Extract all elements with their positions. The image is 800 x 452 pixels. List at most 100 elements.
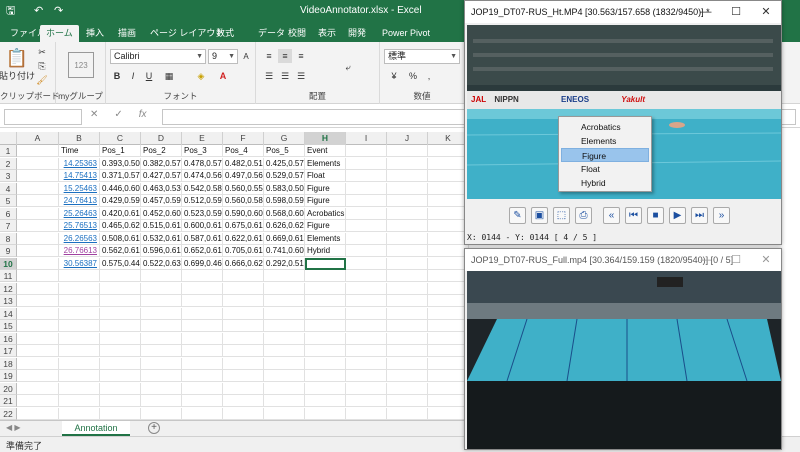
cell-C1[interactable]: Pos_1 bbox=[100, 145, 141, 157]
cell-E21[interactable] bbox=[182, 395, 223, 407]
stop-icon[interactable]: ■ bbox=[647, 207, 664, 224]
cell-B2[interactable]: 14.25363 bbox=[59, 157, 100, 170]
cell-B6[interactable]: 25.26463 bbox=[59, 207, 100, 220]
cell-B11[interactable] bbox=[59, 270, 100, 282]
row-header[interactable]: 19 bbox=[0, 370, 17, 382]
cell-D4[interactable]: 0.463,0.533 bbox=[141, 182, 182, 195]
cell-D20[interactable] bbox=[141, 382, 182, 395]
cell-B13[interactable] bbox=[59, 295, 100, 307]
cell-E17[interactable] bbox=[182, 345, 223, 357]
cell-A10[interactable] bbox=[17, 257, 59, 270]
cell-D12[interactable] bbox=[141, 282, 182, 295]
cell-I2[interactable] bbox=[346, 157, 387, 170]
copy-icon[interactable]: ⎘ bbox=[36, 60, 48, 72]
cell-E9[interactable]: 0.652,0.613 bbox=[182, 245, 223, 257]
cell-I4[interactable] bbox=[346, 182, 387, 195]
minimize-icon[interactable]: — bbox=[691, 249, 721, 271]
cell-B17[interactable] bbox=[59, 345, 100, 357]
column-header-H[interactable]: H bbox=[305, 132, 346, 145]
cell-J14[interactable] bbox=[387, 307, 428, 320]
cell-E11[interactable] bbox=[182, 270, 223, 282]
row-header[interactable]: 21 bbox=[0, 395, 17, 407]
cell-G3[interactable]: 0.529,0.570 bbox=[264, 170, 305, 182]
cell-F10[interactable]: 0.666,0.628 bbox=[223, 257, 264, 270]
cell-B16[interactable] bbox=[59, 332, 100, 345]
cell-K19[interactable] bbox=[428, 370, 469, 382]
row-header[interactable]: 18 bbox=[0, 357, 17, 370]
cell-F4[interactable]: 0.560,0.553 bbox=[223, 182, 264, 195]
cell-G16[interactable] bbox=[264, 332, 305, 345]
cell-I14[interactable] bbox=[346, 307, 387, 320]
cell-F15[interactable] bbox=[223, 320, 264, 332]
play-icon[interactable]: ▶ bbox=[669, 207, 686, 224]
column-header-B[interactable]: B bbox=[59, 132, 100, 145]
mygroup-value[interactable]: 123 bbox=[68, 52, 94, 78]
cell-D22[interactable] bbox=[141, 407, 182, 420]
cell-H19[interactable] bbox=[305, 370, 346, 382]
cell-D3[interactable]: 0.427,0.576 bbox=[141, 170, 182, 182]
cell-C5[interactable]: 0.429,0.590 bbox=[100, 195, 141, 207]
row-header[interactable]: 9 bbox=[0, 245, 17, 257]
menu-item-acrobatics[interactable]: Acrobatics bbox=[561, 120, 649, 134]
wrap-text-icon[interactable]: ⤶ bbox=[340, 59, 356, 75]
cell-B12[interactable] bbox=[59, 282, 100, 295]
cell-I12[interactable] bbox=[346, 282, 387, 295]
cell-E5[interactable]: 0.512,0.590 bbox=[182, 195, 223, 207]
cell-A22[interactable] bbox=[17, 407, 59, 420]
cell-A12[interactable] bbox=[17, 282, 59, 295]
cell-C8[interactable]: 0.508,0.616 bbox=[100, 232, 141, 245]
cell-I9[interactable] bbox=[346, 245, 387, 257]
cell-I16[interactable] bbox=[346, 332, 387, 345]
row-header[interactable]: 13 bbox=[0, 295, 17, 307]
cell-H11[interactable] bbox=[305, 270, 346, 282]
cell-J4[interactable] bbox=[387, 182, 428, 195]
row-header[interactable]: 10 bbox=[0, 257, 17, 270]
cell-A13[interactable] bbox=[17, 295, 59, 307]
cell-H15[interactable] bbox=[305, 320, 346, 332]
cell-B8[interactable]: 26.26563 bbox=[59, 232, 100, 245]
cell-I5[interactable] bbox=[346, 195, 387, 207]
cell-A2[interactable] bbox=[17, 157, 59, 170]
cell-C13[interactable] bbox=[100, 295, 141, 307]
close-icon[interactable]: ✕ bbox=[751, 249, 781, 271]
cell-J19[interactable] bbox=[387, 370, 428, 382]
cell-B15[interactable] bbox=[59, 320, 100, 332]
tab-2[interactable]: 挿入 bbox=[80, 25, 110, 42]
cancel-icon[interactable]: ✕ bbox=[90, 109, 98, 120]
tab-8[interactable]: 表示 bbox=[312, 25, 342, 42]
cell-K15[interactable] bbox=[428, 320, 469, 332]
row-header[interactable]: 4 bbox=[0, 182, 17, 195]
cell-C2[interactable]: 0.393,0.500 bbox=[100, 157, 141, 170]
cell-K13[interactable] bbox=[428, 295, 469, 307]
cell-K2[interactable] bbox=[428, 157, 469, 170]
row-header[interactable]: 14 bbox=[0, 307, 17, 320]
cell-D15[interactable] bbox=[141, 320, 182, 332]
row-header[interactable]: 17 bbox=[0, 345, 17, 357]
row-header[interactable]: 7 bbox=[0, 220, 17, 232]
cell-K5[interactable] bbox=[428, 195, 469, 207]
cell-A9[interactable] bbox=[17, 245, 59, 257]
row-header[interactable]: 11 bbox=[0, 270, 17, 282]
cell-E6[interactable]: 0.523,0.593 bbox=[182, 207, 223, 220]
cell-D18[interactable] bbox=[141, 357, 182, 370]
cell-F22[interactable] bbox=[223, 407, 264, 420]
align-bottom-icon[interactable]: ≡ bbox=[294, 49, 308, 63]
cell-D21[interactable] bbox=[141, 395, 182, 407]
cell-E2[interactable]: 0.478,0.570 bbox=[182, 157, 223, 170]
add-sheet-icon[interactable]: + bbox=[148, 422, 160, 434]
save-icon[interactable]: 🖫 bbox=[6, 4, 15, 18]
cell-J16[interactable] bbox=[387, 332, 428, 345]
cell-B5[interactable]: 24.76413 bbox=[59, 195, 100, 207]
cell-G9[interactable]: 0.741,0.606 bbox=[264, 245, 305, 257]
cell-I13[interactable] bbox=[346, 295, 387, 307]
cell-G1[interactable]: Pos_5 bbox=[264, 145, 305, 157]
row-header[interactable]: 3 bbox=[0, 170, 17, 182]
tab-7[interactable]: 校閲 bbox=[282, 25, 312, 42]
cell-K6[interactable] bbox=[428, 207, 469, 220]
cell-H14[interactable] bbox=[305, 307, 346, 320]
cell-K17[interactable] bbox=[428, 345, 469, 357]
cell-G14[interactable] bbox=[264, 307, 305, 320]
cell-J11[interactable] bbox=[387, 270, 428, 282]
fast-forward-icon[interactable]: » bbox=[713, 207, 730, 224]
cell-F11[interactable] bbox=[223, 270, 264, 282]
